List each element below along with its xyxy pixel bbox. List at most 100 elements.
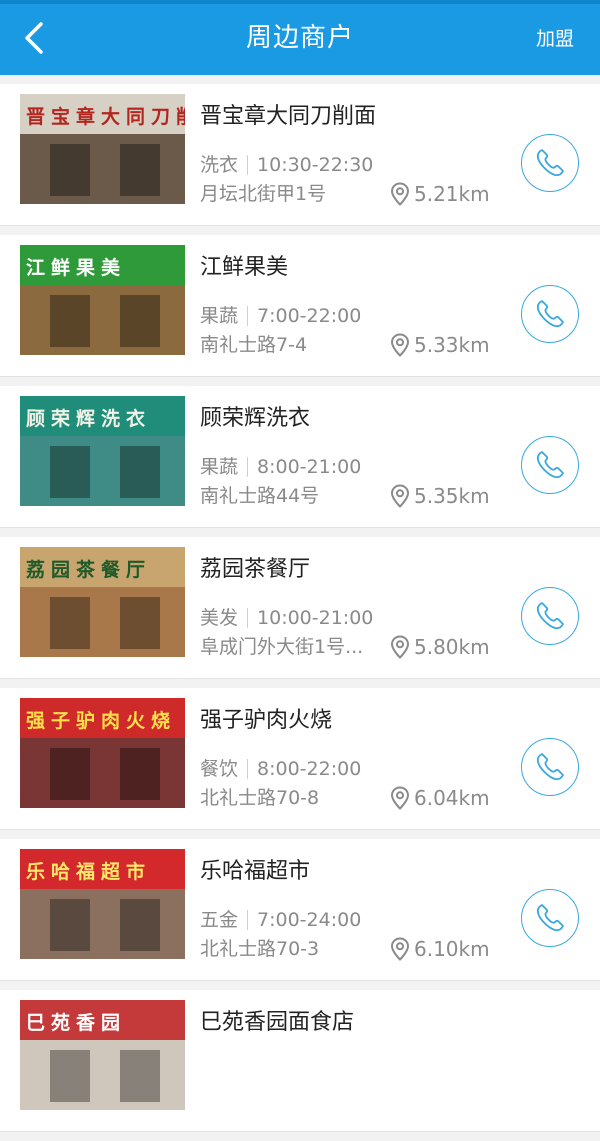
phone-icon — [536, 602, 564, 630]
map-pin-icon — [390, 333, 410, 357]
storefront-sign: 江鲜果美 — [20, 253, 185, 283]
storefront-sign: 顾荣辉洗衣 — [20, 404, 185, 434]
merchant-card[interactable]: 顾荣辉洗衣 顾荣辉洗衣 果蔬 8:00-21:00 南礼士路44号 5.35km — [0, 386, 600, 528]
merchant-card[interactable]: 晋宝章大同刀削面 晋宝章大同刀削面 洗衣 10:30-22:30 月坛北街甲1号… — [0, 84, 600, 226]
call-button[interactable] — [521, 285, 579, 343]
merchant-name: 荔园茶餐厅 — [200, 557, 311, 582]
meta-divider — [247, 457, 249, 477]
merchant-photo: 荔园茶餐厅 — [20, 547, 185, 657]
meta-divider — [247, 759, 249, 779]
merchant-address: 南礼士路7-4 — [200, 334, 308, 356]
storefront — [20, 738, 185, 808]
distance-value: 6.04km — [414, 786, 490, 810]
distance-value: 6.10km — [414, 937, 490, 961]
phone-icon — [536, 753, 564, 781]
call-button[interactable] — [521, 587, 579, 645]
merchant-address: 阜成门外大街1号... — [200, 636, 364, 658]
merchant-distance: 5.21km — [390, 181, 490, 207]
merchant-distance: 6.10km — [390, 936, 490, 962]
merchant-hours: 7:00-22:00 — [257, 305, 362, 327]
storefront — [20, 587, 185, 657]
merchant-name: 晋宝章大同刀削面 — [200, 104, 377, 129]
storefront-sign: 乐哈福超市 — [20, 857, 185, 887]
storefront-door — [120, 446, 160, 498]
merchant-address: 北礼士路70-8 — [200, 787, 320, 809]
merchant-distance: 5.80km — [390, 634, 490, 660]
page-title: 周边商户 — [245, 23, 354, 53]
merchant-name: 强子驴肉火烧 — [200, 708, 333, 733]
merchant-category: 果蔬 — [200, 456, 239, 478]
merchant-name: 巳苑香园面食店 — [200, 1010, 355, 1035]
storefront-sign: 荔园茶餐厅 — [20, 555, 185, 585]
merchant-photo: 强子驴肉火烧 — [20, 698, 185, 808]
merchant-card[interactable]: 强子驴肉火烧 强子驴肉火烧 餐饮 8:00-22:00 北礼士路70-8 6.0… — [0, 688, 600, 830]
phone-icon — [536, 149, 564, 177]
merchant-photo: 顾荣辉洗衣 — [20, 396, 185, 506]
merchant-meta: 果蔬 7:00-22:00 — [200, 303, 361, 329]
distance-value: 5.35km — [414, 484, 490, 508]
phone-icon — [536, 451, 564, 479]
merchant-meta: 美发 10:00-21:00 — [200, 605, 373, 631]
storefront-door — [120, 1050, 160, 1102]
storefront-door — [120, 144, 160, 196]
merchant-photo: 江鲜果美 — [20, 245, 185, 355]
merchant-card[interactable]: 乐哈福超市 乐哈福超市 五金 7:00-24:00 北礼士路70-3 6.10k… — [0, 839, 600, 981]
map-pin-icon — [390, 635, 410, 659]
join-button[interactable]: 加盟 — [536, 26, 574, 52]
meta-divider — [247, 608, 249, 628]
phone-icon — [536, 300, 564, 328]
merchant-name: 顾荣辉洗衣 — [200, 406, 311, 431]
call-button[interactable] — [521, 738, 579, 796]
storefront — [20, 134, 185, 204]
merchant-photo: 巳苑香园 — [20, 1000, 185, 1110]
merchant-hours: 10:30-22:30 — [257, 154, 374, 176]
merchant-hours: 8:00-21:00 — [257, 456, 362, 478]
merchant-photo: 晋宝章大同刀削面 — [20, 94, 185, 204]
merchant-category: 五金 — [200, 909, 239, 931]
call-button[interactable] — [521, 134, 579, 192]
merchant-hours: 7:00-24:00 — [257, 909, 362, 931]
merchant-meta: 餐饮 8:00-22:00 — [200, 756, 361, 782]
merchant-card[interactable]: 荔园茶餐厅 荔园茶餐厅 美发 10:00-21:00 阜成门外大街1号... 5… — [0, 537, 600, 679]
call-button[interactable] — [521, 436, 579, 494]
meta-divider — [247, 155, 249, 175]
storefront-door — [50, 295, 90, 347]
storefront — [20, 285, 185, 355]
merchant-card[interactable]: 江鲜果美 江鲜果美 果蔬 7:00-22:00 南礼士路7-4 5.33km — [0, 235, 600, 377]
merchant-meta: 洗衣 10:30-22:30 — [200, 152, 373, 178]
call-button[interactable] — [521, 889, 579, 947]
merchant-hours: 8:00-22:00 — [257, 758, 362, 780]
storefront-door — [50, 144, 90, 196]
merchant-category: 洗衣 — [200, 154, 239, 176]
storefront — [20, 889, 185, 959]
merchant-category: 美发 — [200, 607, 239, 629]
merchant-meta: 五金 7:00-24:00 — [200, 907, 361, 933]
storefront-door — [50, 1050, 90, 1102]
map-pin-icon — [390, 182, 410, 206]
merchant-hours: 10:00-21:00 — [257, 607, 374, 629]
storefront-door — [120, 899, 160, 951]
storefront-door — [50, 446, 90, 498]
merchant-address: 南礼士路44号 — [200, 485, 320, 507]
distance-value: 5.33km — [414, 333, 490, 357]
storefront-door — [120, 597, 160, 649]
storefront-sign: 巳苑香园 — [20, 1008, 185, 1038]
merchant-list: 晋宝章大同刀削面 晋宝章大同刀削面 洗衣 10:30-22:30 月坛北街甲1号… — [0, 75, 600, 1141]
storefront — [20, 1040, 185, 1110]
map-pin-icon — [390, 786, 410, 810]
storefront-door — [50, 597, 90, 649]
storefront-door — [50, 748, 90, 800]
storefront — [20, 436, 185, 506]
storefront-door — [50, 899, 90, 951]
meta-divider — [247, 910, 249, 930]
merchant-photo: 乐哈福超市 — [20, 849, 185, 959]
merchant-distance: 6.04km — [390, 785, 490, 811]
map-pin-icon — [390, 484, 410, 508]
meta-divider — [247, 306, 249, 326]
merchant-category: 果蔬 — [200, 305, 239, 327]
storefront-sign: 强子驴肉火烧 — [20, 706, 185, 736]
merchant-category: 餐饮 — [200, 758, 239, 780]
map-pin-icon — [390, 937, 410, 961]
merchant-card[interactable]: 巳苑香园 巳苑香园面食店 — [0, 990, 600, 1132]
merchant-meta: 果蔬 8:00-21:00 — [200, 454, 361, 480]
